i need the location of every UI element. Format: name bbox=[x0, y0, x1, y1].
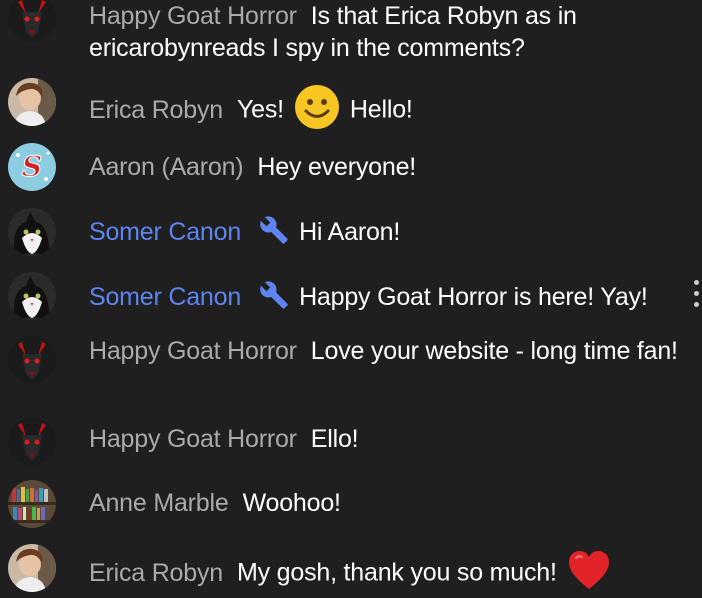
author-name[interactable]: Happy Goat Horror bbox=[89, 2, 297, 30]
message-body: My gosh, thank you so much! bbox=[236, 558, 557, 587]
avatar[interactable] bbox=[8, 78, 56, 126]
author-name[interactable]: Aaron (Aaron) bbox=[89, 153, 244, 181]
message-text: Anne Marble Woohoo! bbox=[89, 487, 679, 519]
avatar[interactable] bbox=[8, 336, 56, 384]
smiling-face-emoji bbox=[294, 84, 340, 138]
avatar[interactable]: S bbox=[8, 143, 56, 191]
wrench-icon bbox=[260, 281, 288, 309]
live-chat: Happy Goat Horror Is that Erica Robyn as … bbox=[0, 0, 702, 598]
message-text: Erica Robyn Yes! Hello! bbox=[89, 84, 679, 138]
message-text: Happy Goat Horror Love your website - lon… bbox=[89, 335, 679, 367]
author-name[interactable]: Somer Canon bbox=[89, 283, 241, 311]
message-body: Hey everyone! bbox=[257, 153, 417, 181]
message-body: Ello! bbox=[310, 425, 359, 453]
goat-avatar-icon bbox=[8, 336, 56, 384]
letter-s-avatar-icon: S bbox=[8, 143, 56, 191]
avatar[interactable] bbox=[8, 208, 56, 256]
more-options-icon[interactable] bbox=[690, 280, 702, 312]
avatar[interactable] bbox=[8, 544, 56, 592]
message-text: Somer Canon Happy Goat Horror is here! Ya… bbox=[89, 280, 679, 313]
message-text: Happy Goat Horror Ello! bbox=[89, 423, 679, 455]
message-body: Hello! bbox=[349, 95, 413, 124]
avatar[interactable] bbox=[8, 272, 56, 320]
author-name[interactable]: Erica Robyn bbox=[89, 559, 223, 587]
wrench-icon bbox=[260, 216, 288, 244]
message-body: Yes! bbox=[236, 95, 284, 124]
red-heart-emoji bbox=[567, 549, 611, 598]
avatar[interactable] bbox=[8, 480, 56, 528]
message-body: Happy Goat Horror is here! Yay! bbox=[299, 283, 648, 311]
svg-text:S: S bbox=[22, 150, 42, 183]
message-body: Woohoo! bbox=[242, 489, 341, 517]
author-name[interactable]: Anne Marble bbox=[89, 489, 229, 517]
message-text: Erica Robyn My gosh, thank you so much! bbox=[89, 549, 679, 598]
message-body: Love your website - long time fan! bbox=[310, 337, 678, 365]
author-name[interactable]: Happy Goat Horror bbox=[89, 337, 297, 365]
author-name[interactable]: Somer Canon bbox=[89, 218, 241, 246]
message-body: Hi Aaron! bbox=[299, 218, 401, 246]
cat-avatar-icon bbox=[8, 208, 56, 256]
person-avatar-icon bbox=[8, 544, 56, 592]
cat-avatar-icon bbox=[8, 272, 56, 320]
goat-avatar-icon bbox=[8, 417, 56, 465]
message-text: Happy Goat Horror Is that Erica Robyn as … bbox=[89, 0, 679, 64]
author-name[interactable]: Happy Goat Horror bbox=[89, 425, 297, 453]
avatar[interactable] bbox=[8, 417, 56, 465]
message-text: Somer Canon Hi Aaron! bbox=[89, 215, 679, 248]
message-text: Aaron (Aaron) Hey everyone! bbox=[89, 151, 679, 183]
avatar[interactable] bbox=[8, 0, 56, 42]
bookshelf-avatar-icon bbox=[8, 480, 56, 528]
author-name[interactable]: Erica Robyn bbox=[89, 96, 223, 124]
goat-avatar-icon bbox=[8, 0, 56, 42]
person-avatar-icon bbox=[8, 78, 56, 126]
